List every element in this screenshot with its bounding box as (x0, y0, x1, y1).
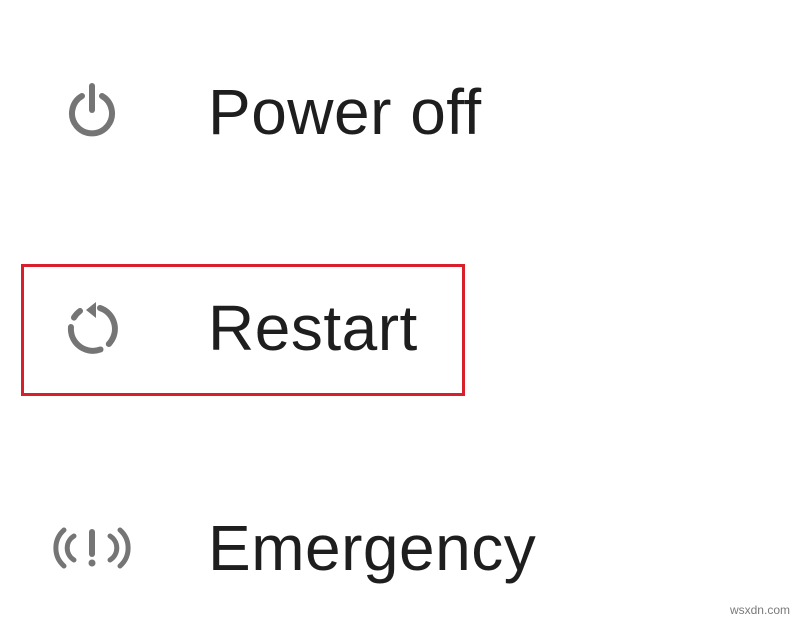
menu-item-label: Restart (208, 292, 418, 364)
menu-item-power-off[interactable]: Power off (0, 52, 800, 172)
menu-item-restart[interactable]: Restart (0, 268, 800, 388)
emergency-icon (48, 504, 136, 592)
menu-item-emergency[interactable]: Emergency (0, 488, 800, 608)
menu-item-label: Emergency (208, 512, 537, 584)
menu-item-label: Power off (208, 76, 482, 148)
restart-icon (48, 284, 136, 372)
power-icon (48, 68, 136, 156)
watermark: wsxdn.com (729, 603, 790, 617)
